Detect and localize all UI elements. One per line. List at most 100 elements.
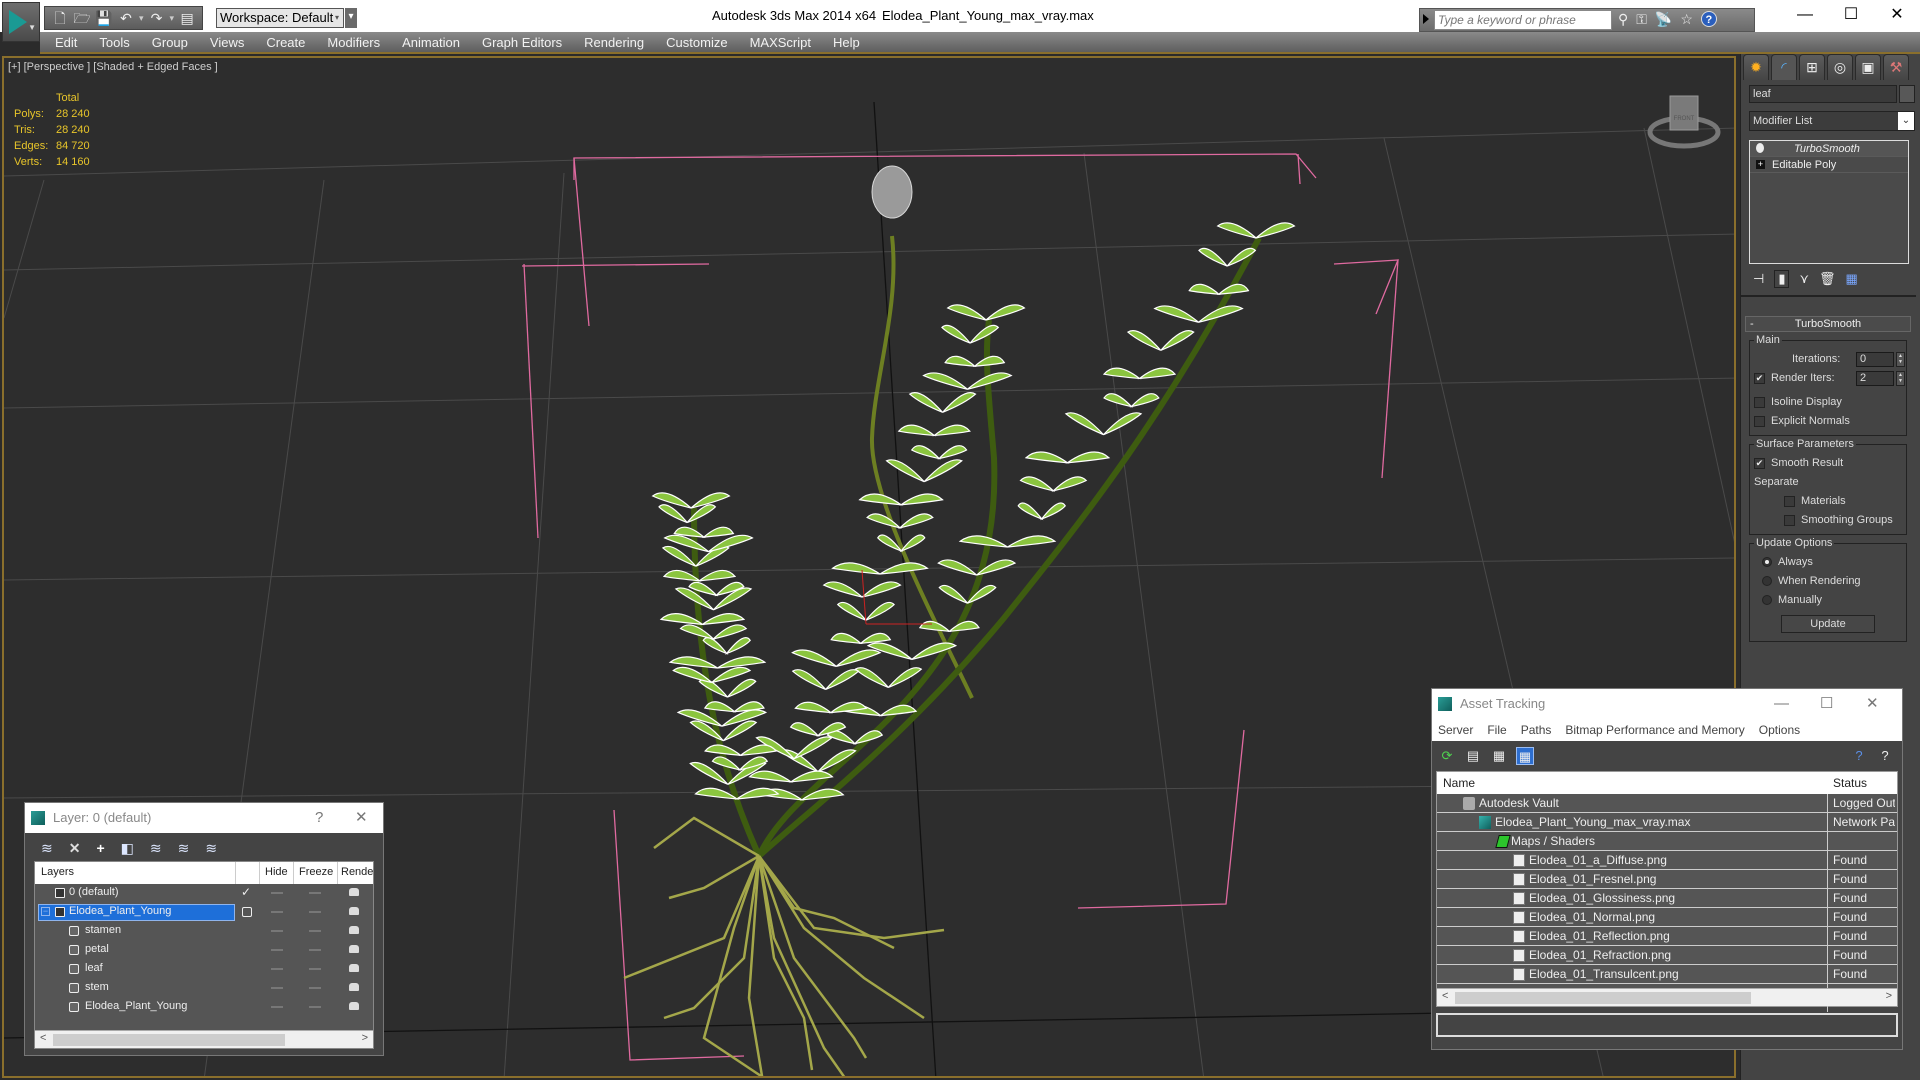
asset-row-bitmap[interactable]: Elodea_01_Reflection.png Found <box>1437 927 1897 946</box>
viewcube[interactable]: FRONT <box>1644 90 1724 150</box>
scroll-left-icon[interactable]: < <box>1442 990 1448 1002</box>
scroll-right-icon[interactable]: > <box>1886 990 1892 1002</box>
add-to-layer-icon[interactable]: + <box>96 840 104 856</box>
open-folder-icon[interactable]: 🗁 <box>73 9 91 27</box>
tab-display[interactable]: ▣ <box>1855 54 1881 80</box>
freeze-toggle[interactable] <box>309 1006 321 1008</box>
manually-radio[interactable] <box>1762 595 1772 605</box>
close-button[interactable]: ✕ <box>355 803 368 833</box>
tree-view-icon[interactable]: ▦ <box>1490 747 1508 765</box>
materials-checkbox[interactable] <box>1784 495 1795 507</box>
menu-bitmap-performance[interactable]: Bitmap Performance and Memory <box>1565 723 1744 737</box>
layer-object-row[interactable]: leaf <box>35 960 373 979</box>
col-status[interactable]: Status <box>1833 776 1867 790</box>
tab-utilities[interactable]: ⚒ <box>1883 54 1909 80</box>
undo-dropdown-icon[interactable]: ▾ <box>139 13 144 24</box>
layer-object-row[interactable]: Elodea_Plant_Young <box>35 998 373 1017</box>
menu-maxscript[interactable]: MAXScript <box>739 35 822 50</box>
layer-object-row[interactable]: stem <box>35 979 373 998</box>
help-icon[interactable]: ? <box>1876 747 1894 765</box>
tab-modify[interactable]: ◜ <box>1771 54 1797 80</box>
freeze-toggle[interactable] <box>309 987 321 989</box>
hide-toggle[interactable] <box>271 987 283 989</box>
maximize-button[interactable]: ☐ <box>1828 4 1874 26</box>
current-layer-checkmark-icon[interactable]: ✓ <box>241 885 251 899</box>
smooth-result-checkbox[interactable]: ✔ <box>1754 457 1765 469</box>
expand-search-icon[interactable] <box>1423 14 1429 24</box>
col-freeze[interactable]: Freeze <box>299 866 333 878</box>
stack-item-editable-poly[interactable]: + Editable Poly <box>1750 157 1908 173</box>
horizontal-scrollbar[interactable]: < > <box>1437 988 1897 1006</box>
menu-group[interactable]: Group <box>141 35 199 50</box>
render-teapot-icon[interactable] <box>349 983 359 991</box>
col-name[interactable]: Name <box>1443 776 1475 790</box>
asset-row-bitmap[interactable]: Elodea_01_Refraction.png Found <box>1437 946 1897 965</box>
menu-tools[interactable]: Tools <box>88 35 140 50</box>
key-icon[interactable]: ⚿ <box>1636 11 1647 28</box>
close-button[interactable]: ✕ <box>1874 4 1920 26</box>
layer-row-default[interactable]: 0 (default) ✓ <box>35 884 373 903</box>
maximize-button[interactable]: ☐ <box>1820 689 1833 719</box>
horizontal-scrollbar[interactable]: < > <box>35 1030 373 1048</box>
make-current-box-icon[interactable] <box>242 907 252 917</box>
hide-toggle[interactable] <box>271 892 283 894</box>
freeze-toggle[interactable] <box>309 949 321 951</box>
object-color-swatch[interactable] <box>1899 85 1915 103</box>
asset-tracking-title-bar[interactable]: Asset Tracking — ☐ ✕ <box>1432 689 1902 719</box>
col-hide[interactable]: Hide <box>265 866 288 878</box>
object-name-field[interactable] <box>1749 85 1897 103</box>
list-view-icon[interactable]: ▤ <box>1464 747 1482 765</box>
menu-modifiers[interactable]: Modifiers <box>316 35 391 50</box>
stack-item-turbosmooth[interactable]: TurboSmooth <box>1750 141 1908 157</box>
create-new-layer-icon[interactable]: ≋ <box>41 840 53 857</box>
asset-row-bitmap[interactable]: Elodea_01_Transulcent.png Found <box>1437 965 1897 984</box>
collapse-layer-icon[interactable]: − <box>41 907 50 916</box>
expand-plus-icon[interactable]: + <box>1756 160 1765 169</box>
asset-row-bitmap[interactable]: Elodea_01_Fresnel.png Found <box>1437 870 1897 889</box>
rollout-header[interactable]: - TurboSmooth <box>1745 316 1911 332</box>
layer-window-title-bar[interactable]: Layer: 0 (default) ? ✕ <box>25 803 383 833</box>
menu-paths[interactable]: Paths <box>1521 723 1552 737</box>
freeze-toggle[interactable] <box>309 930 321 932</box>
hide-toggle[interactable] <box>271 930 283 932</box>
minimize-button[interactable]: — <box>1782 4 1828 26</box>
configure-modifier-sets-icon[interactable]: ▦ <box>1846 271 1858 287</box>
spinner-arrows-icon[interactable]: ▲ ▼ <box>1896 351 1905 367</box>
lightbulb-icon[interactable] <box>1756 143 1764 153</box>
save-icon[interactable]: 💾 <box>95 9 113 27</box>
viewcube-cube[interactable] <box>1669 95 1699 131</box>
menu-animation[interactable]: Animation <box>391 35 471 50</box>
asset-row-bitmap[interactable]: Elodea_01_Normal.png Found <box>1437 908 1897 927</box>
render-teapot-icon[interactable] <box>349 964 359 972</box>
refresh-icon[interactable]: ⟳ <box>1438 747 1456 765</box>
tab-hierarchy[interactable]: ⊞ <box>1799 54 1825 80</box>
redo-dropdown-icon[interactable]: ▾ <box>170 13 175 24</box>
col-layers[interactable]: Layers <box>41 866 74 878</box>
render-iters-checkbox[interactable]: ✔ <box>1754 372 1765 384</box>
asset-row-max-file[interactable]: Elodea_Plant_Young_max_vray.max Network … <box>1437 813 1897 832</box>
hide-toggle[interactable] <box>271 911 283 913</box>
col-render[interactable]: Rende <box>341 866 373 878</box>
scrollbar-thumb[interactable] <box>1455 992 1751 1004</box>
menu-rendering[interactable]: Rendering <box>573 35 655 50</box>
workspace-dropdown[interactable]: Workspace: Default ▾ <box>216 8 344 28</box>
keyword-search-input[interactable] <box>1434 10 1612 30</box>
menu-edit[interactable]: Edit <box>40 35 88 50</box>
subscription-center-icon[interactable]: 📡 <box>1655 11 1672 28</box>
menu-server[interactable]: Server <box>1438 723 1473 737</box>
scroll-right-icon[interactable]: > <box>362 1032 368 1044</box>
asset-row-bitmap[interactable]: Elodea_01_Glossiness.png Found <box>1437 889 1897 908</box>
render-iters-spinner[interactable]: 2 <box>1856 370 1894 386</box>
make-unique-icon[interactable]: ⋎ <box>1799 271 1809 287</box>
spinner-arrows-icon[interactable]: ▲ ▼ <box>1896 370 1905 386</box>
hide-toggle[interactable] <box>271 1006 283 1008</box>
select-objects-in-layer-icon[interactable]: ◧ <box>121 840 134 857</box>
menu-create[interactable]: Create <box>255 35 316 50</box>
hide-unhide-all-icon[interactable]: ≋ <box>178 840 190 857</box>
layer-row-elodea-plant-young[interactable]: − Elodea_Plant_Young <box>35 903 373 922</box>
layer-object-row[interactable]: stamen <box>35 922 373 941</box>
pin-stack-icon[interactable]: ⊣ <box>1753 271 1764 287</box>
close-button[interactable]: ✕ <box>1866 689 1879 719</box>
vault-help-icon[interactable]: ? <box>1850 747 1868 765</box>
smoothing-groups-checkbox[interactable] <box>1784 514 1795 526</box>
